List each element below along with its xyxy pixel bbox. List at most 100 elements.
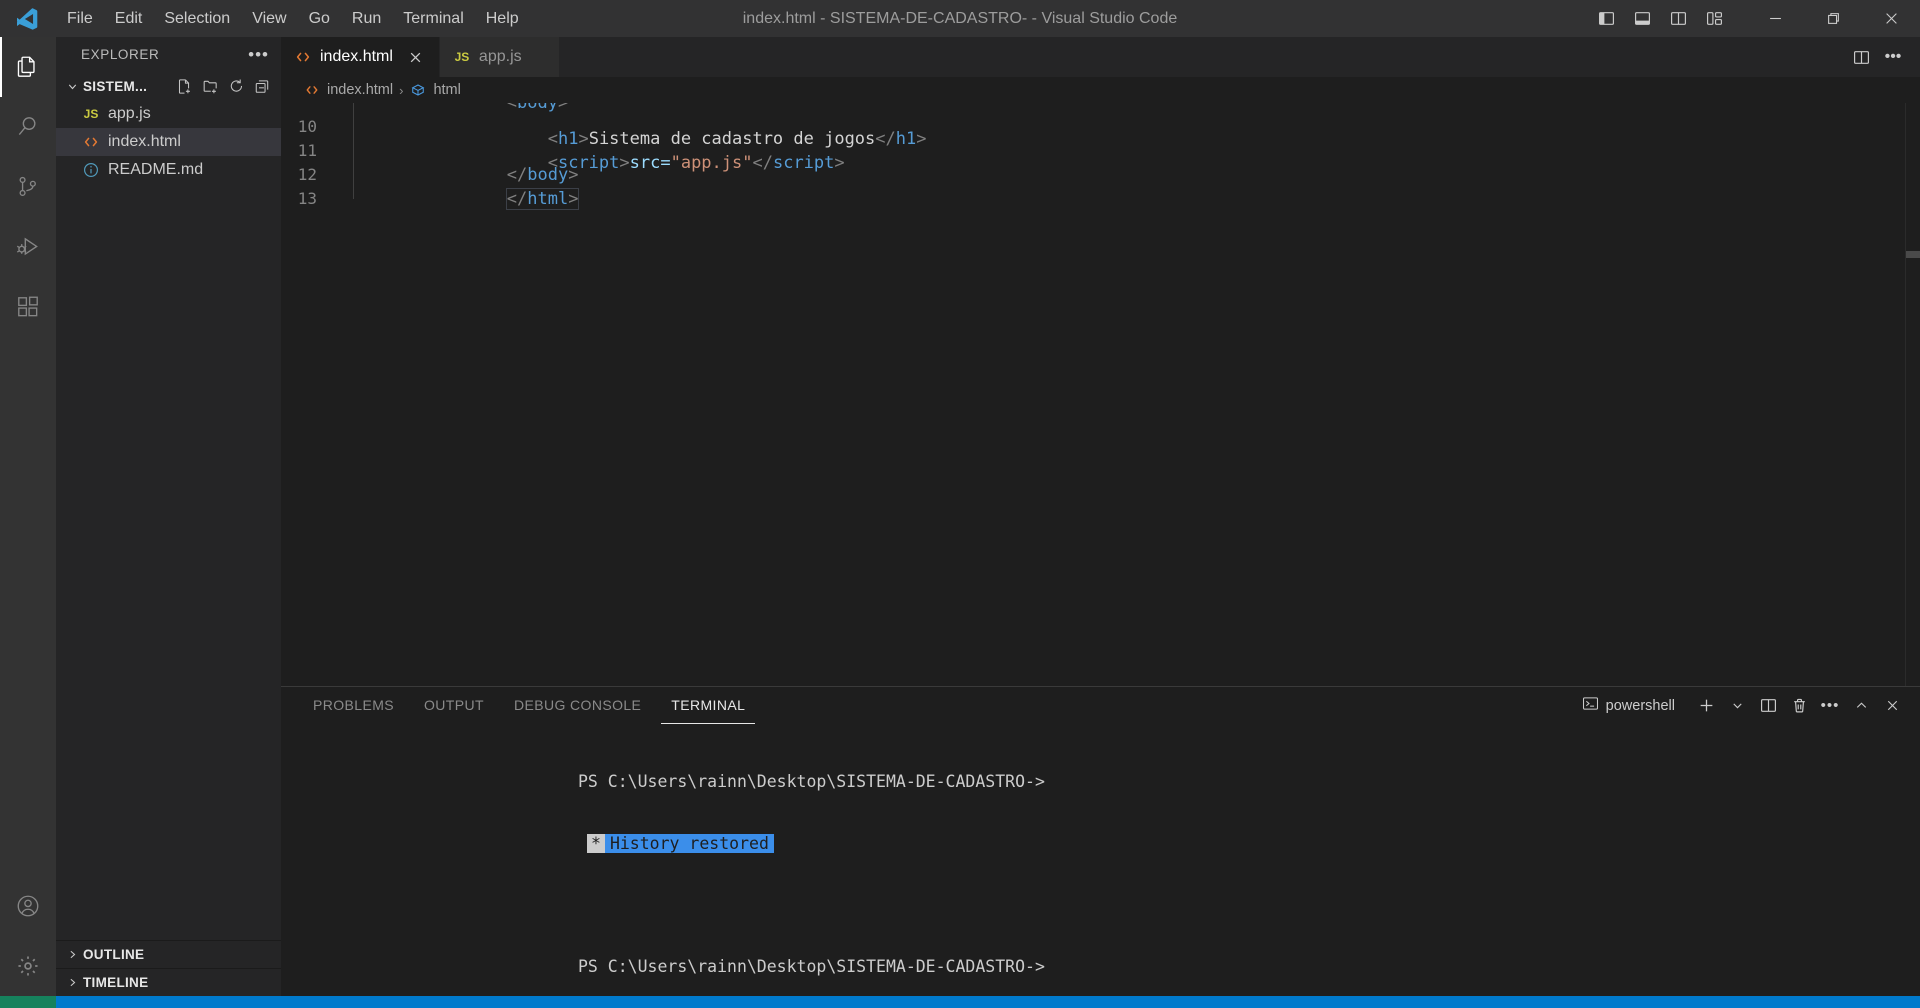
file-item-readmemd[interactable]: README.md — [56, 156, 281, 184]
chevron-right-icon — [64, 948, 80, 961]
html-icon — [82, 134, 100, 150]
breadcrumb-item-symbol[interactable]: html — [409, 82, 461, 98]
folder-name: SISTEM... — [83, 78, 148, 94]
terminal-line: * History restored — [578, 833, 1920, 855]
line-number: 13 — [297, 189, 317, 208]
panel-header: PROBLEMS OUTPUT DEBUG CONSOLE TERMINAL p… — [281, 687, 1920, 724]
chevron-right-icon — [64, 976, 80, 989]
tab-label: app.js — [478, 48, 522, 65]
remote-indicator[interactable] — [0, 996, 56, 1008]
activitybar-item-extensions[interactable] — [0, 277, 56, 337]
menu-item-view[interactable]: View — [241, 6, 297, 32]
menu-item-selection[interactable]: Selection — [153, 6, 241, 32]
menu-item-file[interactable]: File — [56, 6, 104, 32]
vscode-logo-icon — [0, 7, 56, 30]
customize-layout-icon[interactable] — [1696, 1, 1732, 37]
panel-tab-problems[interactable]: PROBLEMS — [303, 687, 404, 724]
sidebar-section-timeline[interactable]: TIMELINE — [56, 968, 281, 996]
chevron-down-icon — [64, 80, 80, 93]
new-folder-icon[interactable] — [202, 78, 219, 95]
code-line: 13 </html> — [281, 187, 1920, 211]
split-editor-right-icon[interactable] — [1846, 42, 1876, 72]
status-bar — [0, 996, 1920, 1008]
js-icon: JS — [83, 107, 99, 121]
activity-bar — [0, 37, 56, 996]
new-file-icon[interactable] — [176, 78, 193, 95]
menu-item-help[interactable]: Help — [475, 6, 530, 32]
terminal-line: PS C:\Users\rainn\Desktop\SISTEMA-DE-CAD… — [578, 772, 1920, 793]
sidebar-section-outline[interactable]: OUTLINE — [56, 940, 281, 968]
activitybar-item-run-and-debug[interactable] — [0, 217, 56, 277]
terminal-output[interactable]: PS C:\Users\rainn\Desktop\SISTEMA-DE-CAD… — [281, 724, 1920, 996]
folder-section-header[interactable]: SISTEM... — [56, 72, 281, 100]
section-label: TIMELINE — [83, 975, 149, 990]
line-number: 11 — [297, 141, 317, 160]
explorer-sidebar: EXPLORER ••• SISTEM... JS app.js index.h… — [56, 37, 281, 996]
accounts-icon[interactable] — [0, 876, 56, 936]
maximize-button[interactable] — [1804, 0, 1862, 37]
activitybar-item-source-control[interactable] — [0, 157, 56, 217]
editor-vertical-scrollbar[interactable] — [1906, 103, 1920, 686]
activitybar-item-search[interactable] — [0, 97, 56, 157]
terminal-prompt: PS C:\Users\rainn\Desktop\SISTEMA-DE-CAD… — [578, 956, 1045, 976]
menu-item-terminal[interactable]: Terminal — [392, 6, 474, 32]
panel-tab-label: DEBUG CONSOLE — [513, 697, 642, 713]
refresh-explorer-icon[interactable] — [228, 78, 245, 95]
file-item-appjs[interactable]: JS app.js — [56, 100, 281, 128]
collapse-folders-icon[interactable] — [254, 78, 271, 95]
menu-bar[interactable]: File Edit Selection View Go Run Terminal… — [56, 6, 530, 32]
terminal-prompt: PS C:\Users\rainn\Desktop\SISTEMA-DE-CAD… — [578, 772, 1045, 791]
menu-item-go[interactable]: Go — [298, 6, 341, 32]
maximize-panel-icon[interactable] — [1847, 692, 1875, 720]
breadcrumb: index.html › html — [281, 77, 1920, 103]
panel-tab-label: TERMINAL — [671, 697, 746, 713]
panel-tab-label: PROBLEMS — [313, 697, 394, 713]
split-terminal-icon[interactable] — [1754, 692, 1782, 720]
activitybar-item-explorer[interactable] — [0, 37, 56, 97]
close-button[interactable] — [1862, 0, 1920, 37]
more-editor-actions-icon[interactable]: ••• — [1878, 42, 1908, 72]
panel-tab-label: OUTPUT — [424, 697, 484, 713]
breadcrumb-item-file[interactable]: index.html — [303, 82, 393, 98]
new-terminal-icon[interactable] — [1692, 692, 1720, 720]
scrollbar-thumb[interactable] — [1906, 251, 1920, 258]
line-number: 10 — [297, 117, 317, 136]
terminal-powershell-icon — [1582, 695, 1599, 716]
title-bar: File Edit Selection View Go Run Terminal… — [0, 0, 1920, 37]
code-editor[interactable]: <body> 10 <h1>Sistema de cadastro de jog… — [281, 103, 1920, 686]
close-panel-icon[interactable] — [1878, 692, 1906, 720]
menu-item-run[interactable]: Run — [341, 6, 392, 32]
gear-icon[interactable] — [0, 936, 56, 996]
tab-index-html[interactable]: index.html — [281, 37, 440, 77]
tab-app-js[interactable]: JS app.js — [439, 37, 560, 77]
tab-label: index.html — [320, 48, 393, 65]
terminal-more-icon[interactable]: ••• — [1816, 692, 1844, 720]
html-icon — [294, 49, 312, 65]
close-icon[interactable] — [405, 46, 427, 68]
bottom-panel: PROBLEMS OUTPUT DEBUG CONSOLE TERMINAL p… — [281, 686, 1920, 996]
kill-terminal-icon[interactable] — [1785, 692, 1813, 720]
explorer-more-actions-icon[interactable]: ••• — [248, 45, 269, 65]
terminal-profile-selector[interactable]: powershell — [1576, 693, 1681, 718]
file-label: README.md — [108, 161, 204, 178]
menu-item-edit[interactable]: Edit — [104, 6, 154, 32]
history-message: History restored — [604, 833, 774, 853]
terminal-dropdown-icon[interactable] — [1723, 692, 1751, 720]
code-lines: <body> 10 <h1>Sistema de cadastro de jog… — [281, 103, 1920, 211]
file-label: index.html — [108, 133, 181, 150]
line-content: </html> — [505, 188, 580, 210]
panel-tab-terminal[interactable]: TERMINAL — [661, 687, 756, 724]
panel-tab-debug-console[interactable]: DEBUG CONSOLE — [504, 687, 651, 724]
editor-area: index.html JS app.js ••• index.html › ht… — [281, 37, 1920, 996]
editor-tab-bar: index.html JS app.js ••• — [281, 37, 1920, 77]
toggle-panel-icon[interactable] — [1624, 1, 1660, 37]
toggle-primary-sidebar-icon[interactable] — [1588, 1, 1624, 37]
minimize-button[interactable] — [1746, 0, 1804, 37]
toggle-secondary-sidebar-icon[interactable] — [1660, 1, 1696, 37]
html-icon — [303, 83, 321, 97]
panel-tab-output[interactable]: OUTPUT — [414, 687, 494, 724]
markdown-icon — [82, 162, 100, 178]
file-item-indexhtml[interactable]: index.html — [56, 128, 281, 156]
